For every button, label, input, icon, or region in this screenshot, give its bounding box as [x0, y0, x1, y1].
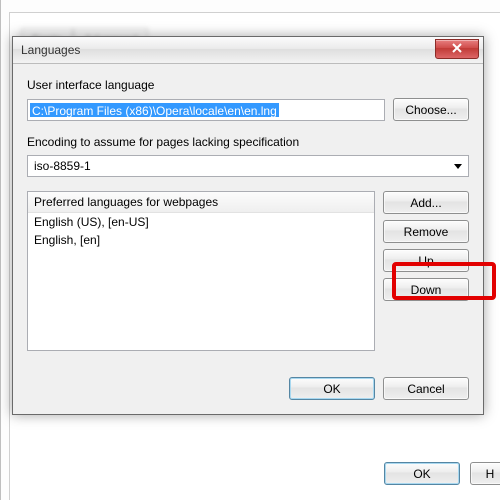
encoding-value: iso-8859-1 [34, 159, 454, 173]
list-side-buttons: Add... Remove Up Down [383, 191, 469, 351]
ui-language-path-value: C:\Program Files (x86)\Opera\locale\en\e… [30, 103, 279, 117]
ui-language-label: User interface language [27, 78, 469, 92]
chevron-down-icon [454, 164, 462, 169]
cancel-button[interactable]: Cancel [383, 377, 469, 400]
encoding-combobox[interactable]: iso-8859-1 [27, 155, 469, 177]
titlebar: Languages [13, 37, 483, 64]
encoding-label: Encoding to assume for pages lacking spe… [27, 135, 469, 149]
dialog-client: User interface language C:\Program Files… [13, 64, 483, 365]
parent-ok-button[interactable]: OK [384, 462, 460, 485]
languages-dialog: Languages User interface language C:\Pro… [12, 36, 484, 415]
list-item[interactable]: English, [en] [28, 231, 374, 249]
close-icon [452, 43, 462, 56]
list-item[interactable]: English (US), [en-US] [28, 213, 374, 231]
dialog-title: Languages [13, 43, 80, 57]
ok-button[interactable]: OK [289, 377, 375, 400]
parent-dialog-buttons: OK H [384, 462, 500, 485]
ui-language-path-field[interactable]: C:\Program Files (x86)\Opera\locale\en\e… [27, 99, 385, 121]
preferred-languages-listbox[interactable]: Preferred languages for webpages English… [27, 191, 375, 351]
up-button[interactable]: Up [383, 249, 469, 272]
down-button[interactable]: Down [383, 278, 469, 301]
listbox-header: Preferred languages for webpages [28, 192, 374, 213]
close-button[interactable] [435, 39, 479, 59]
choose-button[interactable]: Choose... [393, 98, 469, 121]
add-button[interactable]: Add... [383, 191, 469, 214]
parent-help-button[interactable]: H [470, 462, 500, 485]
dialog-buttons: OK Cancel [13, 365, 483, 414]
remove-button[interactable]: Remove [383, 220, 469, 243]
